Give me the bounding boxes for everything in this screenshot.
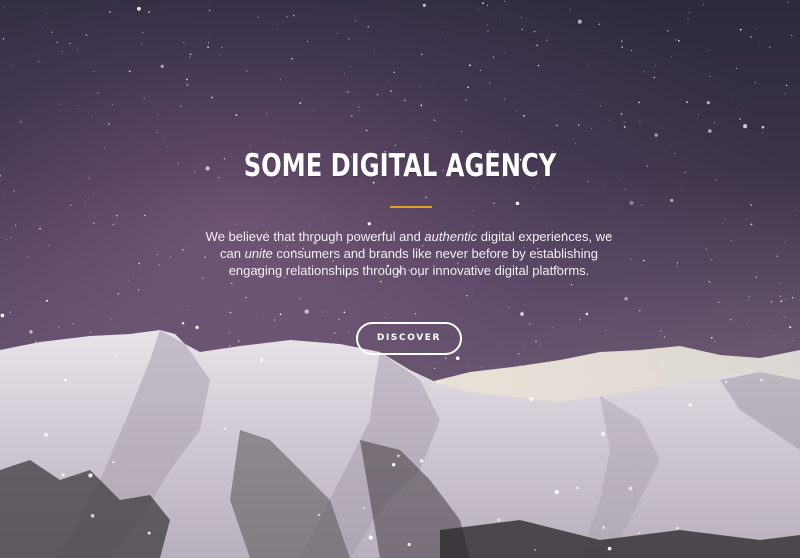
description-text: We believe that through powerful and: [205, 229, 425, 244]
title-divider: [390, 206, 432, 208]
description-text: consumers and brands like never before b…: [228, 246, 598, 278]
hero-description: We believe that through powerful and aut…: [196, 228, 622, 279]
hero-title: SOME DIGITAL AGENCY: [243, 148, 557, 184]
description-emphasis-authentic: authentic: [424, 229, 478, 244]
discover-button[interactable]: DISCOVER: [356, 322, 462, 355]
description-emphasis-unite: unite: [244, 246, 273, 261]
hero-content: SOME DIGITAL AGENCY We believe that thro…: [0, 0, 800, 558]
